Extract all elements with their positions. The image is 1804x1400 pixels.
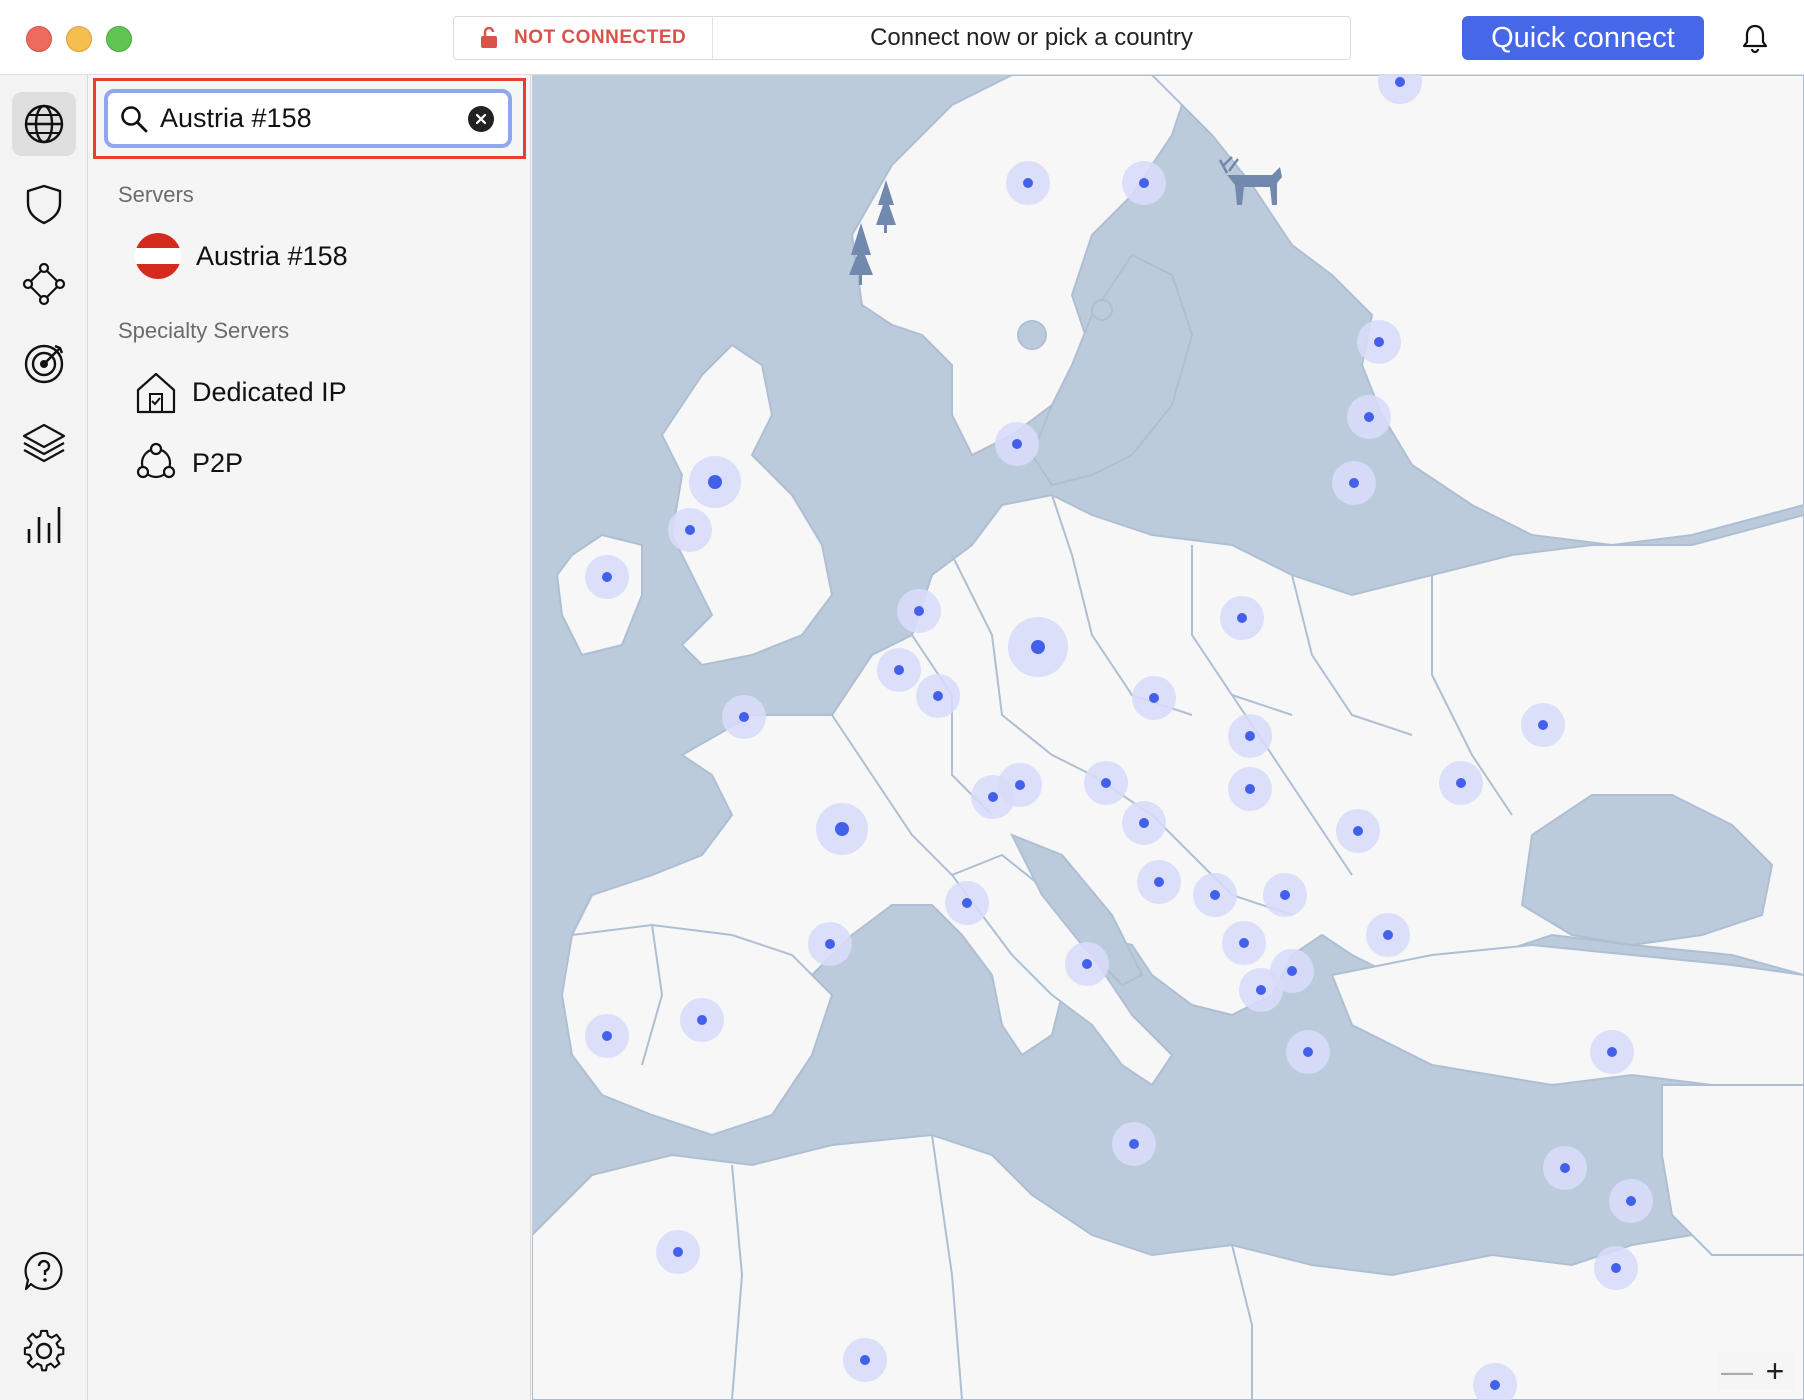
server-marker[interactable] bbox=[897, 589, 941, 633]
title-bar: NOT CONNECTED Connect now or pick a coun… bbox=[0, 0, 1804, 75]
server-marker[interactable] bbox=[1378, 75, 1422, 104]
server-marker[interactable] bbox=[916, 674, 960, 718]
server-marker[interactable] bbox=[1239, 968, 1283, 1012]
search-input[interactable] bbox=[158, 102, 452, 135]
server-marker[interactable] bbox=[877, 648, 921, 692]
server-marker[interactable] bbox=[1220, 596, 1264, 640]
search-panel: Servers Austria #158 Specialty Servers D… bbox=[88, 75, 531, 1400]
server-marker[interactable] bbox=[1521, 703, 1565, 747]
zoom-out-button[interactable]: — bbox=[1718, 1352, 1756, 1390]
server-marker[interactable] bbox=[689, 456, 741, 508]
bell-icon[interactable] bbox=[1740, 22, 1770, 54]
server-marker[interactable] bbox=[998, 763, 1042, 807]
server-marker[interactable] bbox=[1193, 873, 1237, 917]
server-marker[interactable] bbox=[1263, 873, 1307, 917]
zoom-window-button[interactable] bbox=[106, 26, 132, 52]
nav-dark-web-monitor[interactable] bbox=[12, 332, 76, 396]
nav-settings[interactable] bbox=[12, 1319, 76, 1383]
server-marker[interactable] bbox=[656, 1230, 700, 1274]
server-markers[interactable] bbox=[532, 75, 1804, 1400]
settings-icon bbox=[23, 1329, 65, 1372]
server-marker[interactable] bbox=[668, 508, 712, 552]
server-marker[interactable] bbox=[1084, 761, 1128, 805]
minimize-window-button[interactable] bbox=[66, 26, 92, 52]
quick-connect-button[interactable]: Quick connect bbox=[1462, 16, 1704, 60]
server-marker[interactable] bbox=[816, 803, 868, 855]
status-hint: Connect now or pick a country bbox=[870, 24, 1193, 51]
server-marker[interactable] bbox=[1366, 913, 1410, 957]
unlocked-icon bbox=[481, 27, 497, 48]
globe-icon bbox=[24, 104, 64, 144]
server-marker[interactable] bbox=[722, 695, 766, 739]
server-marker[interactable] bbox=[1590, 1030, 1634, 1074]
target-icon bbox=[24, 344, 64, 384]
server-marker[interactable] bbox=[1473, 1363, 1517, 1400]
zoom-in-button[interactable]: + bbox=[1756, 1352, 1794, 1390]
zoom-controls: — + bbox=[1718, 1352, 1794, 1390]
house-icon bbox=[136, 372, 176, 414]
server-marker[interactable] bbox=[1347, 395, 1391, 439]
search-box[interactable] bbox=[104, 89, 512, 148]
server-marker[interactable] bbox=[1332, 461, 1376, 505]
connection-status-bar[interactable]: NOT CONNECTED Connect now or pick a coun… bbox=[453, 16, 1351, 60]
server-marker[interactable] bbox=[1006, 161, 1050, 205]
server-marker[interactable] bbox=[1122, 161, 1166, 205]
specialty-item-dedicated-ip[interactable]: Dedicated IP bbox=[134, 367, 494, 417]
specialty-item-label: P2P bbox=[192, 447, 244, 478]
austria-flag-icon bbox=[135, 233, 181, 279]
server-map[interactable]: — + bbox=[532, 75, 1804, 1400]
server-marker[interactable] bbox=[1222, 921, 1266, 965]
server-item-label: Austria #158 bbox=[196, 240, 348, 271]
server-marker[interactable] bbox=[1594, 1246, 1638, 1290]
close-icon bbox=[475, 113, 487, 124]
server-marker[interactable] bbox=[1132, 676, 1176, 720]
connection-status: NOT CONNECTED bbox=[454, 17, 713, 59]
nav-threat-protection[interactable] bbox=[12, 172, 76, 236]
shield-icon bbox=[26, 184, 62, 225]
server-marker[interactable] bbox=[995, 422, 1039, 466]
server-marker[interactable] bbox=[680, 998, 724, 1042]
server-marker[interactable] bbox=[1543, 1146, 1587, 1190]
server-marker[interactable] bbox=[1228, 714, 1272, 758]
specialty-item-label: Dedicated IP bbox=[192, 376, 347, 407]
server-marker[interactable] bbox=[808, 922, 852, 966]
server-marker[interactable] bbox=[945, 881, 989, 925]
server-marker[interactable] bbox=[843, 1338, 887, 1382]
server-marker[interactable] bbox=[1439, 761, 1483, 805]
server-marker[interactable] bbox=[585, 555, 629, 599]
server-marker[interactable] bbox=[1137, 860, 1181, 904]
server-marker[interactable] bbox=[1008, 617, 1068, 677]
nav-stats[interactable] bbox=[12, 492, 76, 556]
p2p-icon bbox=[136, 442, 176, 479]
close-window-button[interactable] bbox=[26, 26, 52, 52]
servers-section-label: Servers bbox=[118, 182, 194, 207]
server-item-austria-158[interactable]: Austria #158 bbox=[134, 231, 494, 281]
nav-help[interactable] bbox=[12, 1239, 76, 1303]
server-marker[interactable] bbox=[1065, 942, 1109, 986]
server-marker[interactable] bbox=[1286, 1030, 1330, 1074]
specialty-section-label: Specialty Servers bbox=[118, 318, 290, 343]
server-marker[interactable] bbox=[1336, 809, 1380, 853]
layers-icon bbox=[22, 423, 66, 463]
help-icon bbox=[24, 1251, 63, 1291]
server-marker[interactable] bbox=[585, 1014, 629, 1058]
nav-rail bbox=[0, 75, 88, 1400]
server-marker[interactable] bbox=[1609, 1179, 1653, 1223]
status-text: NOT CONNECTED bbox=[514, 27, 687, 48]
stats-icon bbox=[27, 507, 61, 543]
nav-specialty[interactable] bbox=[12, 412, 76, 476]
server-marker[interactable] bbox=[1122, 801, 1166, 845]
search-icon bbox=[121, 105, 148, 132]
nav-meshnet[interactable] bbox=[12, 252, 76, 316]
clear-search-button[interactable] bbox=[468, 105, 494, 132]
server-marker[interactable] bbox=[1357, 320, 1401, 364]
nav-globe[interactable] bbox=[12, 92, 76, 156]
specialty-item-p2p[interactable]: P2P bbox=[134, 438, 494, 488]
meshnet-icon bbox=[22, 262, 66, 306]
server-marker[interactable] bbox=[1228, 767, 1272, 811]
server-marker[interactable] bbox=[1112, 1122, 1156, 1166]
